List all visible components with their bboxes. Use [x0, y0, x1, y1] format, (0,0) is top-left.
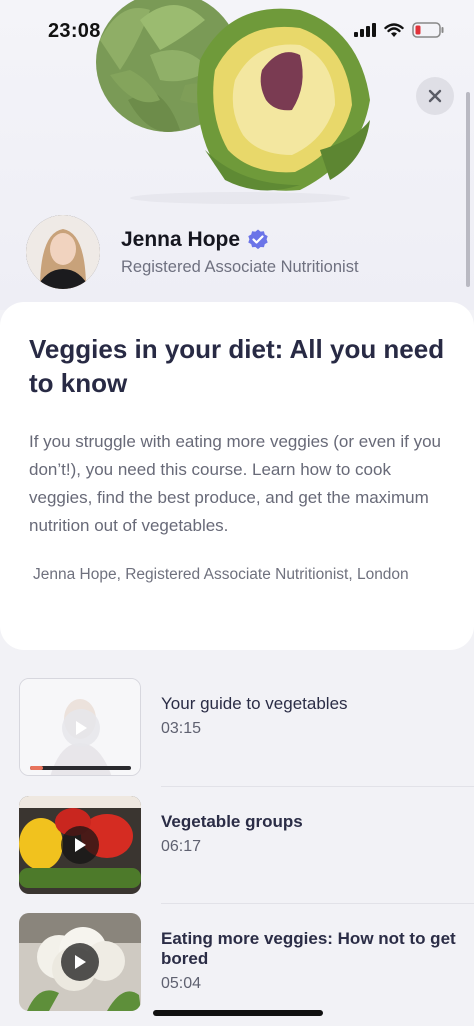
close-button[interactable]: [416, 77, 454, 115]
status-bar: 23:08: [0, 0, 474, 64]
divider: [161, 786, 474, 787]
progress-track: [30, 766, 131, 770]
course-credit: Jenna Hope, Registered Associate Nutriti…: [33, 566, 409, 583]
close-icon: [428, 89, 442, 103]
author-role: Registered Associate Nutritionist: [121, 257, 359, 276]
divider: [161, 903, 474, 904]
status-icons: [354, 22, 444, 38]
lesson-title: Eating more veggies: How not to get bore…: [161, 929, 456, 968]
play-icon: [75, 838, 86, 852]
course-description: If you struggle with eating more veggies…: [29, 432, 441, 535]
course-card: Veggies in your diet: All you need to kn…: [0, 302, 474, 650]
play-icon: [75, 955, 86, 969]
lesson-thumbnail[interactable]: [19, 796, 141, 894]
lesson-thumbnail[interactable]: [19, 913, 141, 1011]
verified-badge-icon: [248, 229, 268, 249]
lesson-item[interactable]: Vegetable groups 06:17: [0, 796, 474, 904]
play-button[interactable]: [61, 826, 99, 864]
author-row[interactable]: Jenna Hope Registered Associate Nutritio…: [26, 214, 359, 290]
lesson-duration: 05:04: [161, 975, 202, 992]
play-button[interactable]: [62, 709, 100, 747]
lesson-item[interactable]: Eating more veggies: How not to get bore…: [0, 913, 474, 1013]
lesson-duration: 03:15: [161, 720, 202, 737]
status-time: 23:08: [48, 20, 101, 42]
wifi-icon: [384, 22, 404, 37]
scrollbar[interactable]: [466, 92, 470, 287]
progress-fill: [30, 766, 44, 770]
battery-icon: [412, 22, 444, 38]
course-title: Veggies in your diet: All you need to kn…: [29, 334, 445, 398]
author-name: Jenna Hope: [121, 227, 241, 251]
avatar: [26, 215, 100, 289]
signal-icon: [354, 23, 376, 37]
play-button[interactable]: [61, 943, 99, 981]
lesson-duration: 06:17: [161, 838, 202, 855]
lesson-thumbnail[interactable]: [19, 678, 141, 776]
lesson-title: Your guide to vegetables: [161, 694, 348, 713]
play-icon: [76, 721, 87, 735]
lesson-title: Vegetable groups: [161, 812, 303, 831]
lesson-item[interactable]: Your guide to vegetables 03:15: [0, 678, 474, 787]
home-indicator[interactable]: [153, 1010, 323, 1016]
